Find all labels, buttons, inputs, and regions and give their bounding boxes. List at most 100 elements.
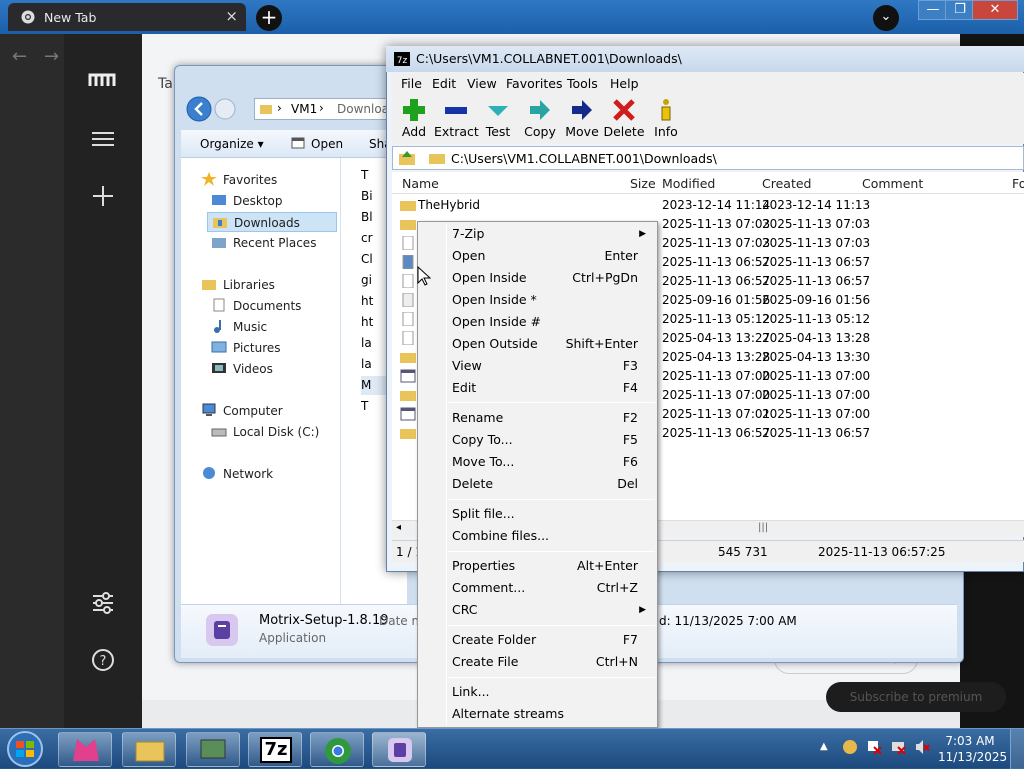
move-icon bbox=[560, 96, 604, 124]
menu-favorites[interactable]: Favorites bbox=[506, 76, 562, 91]
menu-item-properties[interactable]: Properties Alt+Enter bbox=[452, 555, 652, 577]
taskbar-motrix-cat[interactable] bbox=[58, 732, 112, 767]
new-tab-button[interactable]: + bbox=[256, 5, 282, 31]
menu-item-delete[interactable]: Delete Del bbox=[452, 473, 652, 495]
menu-item-open-inside-star[interactable]: Open Inside * bbox=[452, 289, 652, 311]
back-icon[interactable]: ← bbox=[12, 46, 27, 67]
menu-item-7zip[interactable]: 7-Zip ▶ bbox=[452, 223, 652, 245]
minimize-button[interactable]: — bbox=[918, 0, 948, 20]
menu-item-open-inside-hash[interactable]: Open Inside # bbox=[452, 311, 652, 333]
preferences-icon[interactable] bbox=[92, 592, 114, 614]
nav-network[interactable]: Network bbox=[201, 464, 273, 484]
open-button[interactable]: Open bbox=[311, 137, 343, 151]
column-size[interactable]: Size bbox=[630, 176, 656, 191]
tray-volume-muted-icon[interactable] bbox=[914, 739, 930, 755]
maximize-button[interactable]: ❐ bbox=[945, 0, 975, 20]
taskbar-explorer[interactable] bbox=[122, 732, 176, 767]
nav-label: Desktop bbox=[233, 194, 283, 208]
nav-local-disk[interactable]: Local Disk (C:) bbox=[211, 422, 319, 442]
menu-separator bbox=[448, 677, 655, 678]
tray-globe-icon[interactable] bbox=[842, 739, 858, 755]
menu-item-split-file[interactable]: Split file... bbox=[452, 503, 652, 525]
test-button[interactable]: Test bbox=[476, 96, 520, 139]
column-comment[interactable]: Comment bbox=[862, 176, 923, 191]
copy-button[interactable]: Copy bbox=[518, 96, 562, 139]
menu-file[interactable]: File bbox=[401, 76, 422, 91]
nav-documents[interactable]: Documents bbox=[211, 296, 301, 316]
column-created[interactable]: Created bbox=[762, 176, 811, 191]
delete-button[interactable]: Delete bbox=[602, 96, 646, 139]
row-created: 2025-11-13 06:57 bbox=[762, 274, 871, 288]
menu-item-alternate-streams[interactable]: Alternate streams bbox=[452, 703, 652, 725]
tray-flag-icon[interactable] bbox=[866, 739, 882, 755]
breadcrumb-vm1[interactable]: VM1 bbox=[291, 102, 317, 116]
add-button[interactable]: Add bbox=[392, 96, 436, 139]
explorer-forward-icon[interactable] bbox=[214, 98, 236, 120]
menu-item-comment[interactable]: Comment... Ctrl+Z bbox=[452, 577, 652, 599]
forward-icon[interactable]: → bbox=[44, 46, 59, 67]
computer-icon bbox=[201, 403, 217, 417]
menu-icon[interactable] bbox=[92, 131, 114, 147]
svg-text:?: ? bbox=[100, 654, 107, 669]
nav-desktop[interactable]: Desktop bbox=[211, 191, 283, 211]
explorer-breadcrumb[interactable]: › VM1 › Downloads bbox=[254, 98, 406, 120]
nav-downloads[interactable]: Downloads bbox=[207, 212, 337, 232]
start-button[interactable] bbox=[4, 730, 46, 768]
tray-expand-icon[interactable]: ▲ bbox=[820, 741, 828, 752]
tray-network-icon[interactable] bbox=[890, 739, 906, 755]
tab-new-tab[interactable]: New Tab × bbox=[8, 3, 246, 31]
taskbar-chrome[interactable] bbox=[310, 732, 364, 767]
row-modified: 2025-09-16 01:56 bbox=[662, 293, 771, 307]
menu-item-view[interactable]: View F3 bbox=[452, 355, 652, 377]
menu-item-create-file[interactable]: Create File Ctrl+N bbox=[452, 651, 652, 673]
taskbar-7zip[interactable]: 7z bbox=[248, 732, 302, 767]
menu-help[interactable]: Help bbox=[610, 76, 639, 91]
clock[interactable]: 7:03 AM 11/13/2025 bbox=[938, 733, 1007, 765]
menu-item-rename[interactable]: Rename F2 bbox=[452, 407, 652, 429]
info-button[interactable]: Info bbox=[644, 96, 688, 139]
menu-item-create-folder[interactable]: Create Folder F7 bbox=[452, 629, 652, 651]
menu-item-link[interactable]: Link... bbox=[452, 681, 652, 703]
downloads-folder-icon bbox=[212, 215, 228, 229]
taskbar-motrix[interactable] bbox=[372, 732, 426, 767]
menu-item-combine-files[interactable]: Combine files... bbox=[452, 525, 652, 547]
menu-item-open[interactable]: Open Enter bbox=[452, 245, 652, 267]
menu-item-move-to[interactable]: Move To... F6 bbox=[452, 451, 652, 473]
organize-button[interactable]: Organize ▾ bbox=[200, 137, 264, 151]
nav-computer[interactable]: Computer bbox=[201, 401, 283, 421]
nav-pictures[interactable]: Pictures bbox=[211, 338, 281, 358]
add-task-icon[interactable] bbox=[92, 185, 114, 207]
menu-item-copy-to[interactable]: Copy To... F5 bbox=[452, 429, 652, 451]
table-row[interactable]: TheHybrid 2023-12-14 11:14 2023-12-14 11… bbox=[392, 196, 1024, 215]
menu-edit[interactable]: Edit bbox=[432, 76, 456, 91]
scroll-grip-icon[interactable]: ||| bbox=[758, 522, 768, 533]
extract-button[interactable]: Extract bbox=[434, 96, 479, 139]
column-modified[interactable]: Modified bbox=[662, 176, 715, 191]
nav-videos[interactable]: Videos bbox=[211, 359, 273, 379]
nav-music[interactable]: Music bbox=[211, 317, 267, 337]
nav-libraries[interactable]: Libraries bbox=[201, 275, 275, 295]
nav-favorites[interactable]: Favorites bbox=[201, 170, 277, 190]
menu-item-crc[interactable]: CRC ▶ bbox=[452, 599, 652, 621]
close-window-button[interactable]: ✕ bbox=[972, 0, 1018, 20]
up-folder-icon[interactable] bbox=[399, 150, 415, 166]
nav-recent-places[interactable]: Recent Places bbox=[211, 233, 316, 253]
tab-search-button[interactable]: ⌄ bbox=[873, 5, 899, 31]
show-desktop-button[interactable] bbox=[1010, 729, 1024, 769]
explorer-back-icon[interactable] bbox=[186, 96, 212, 122]
menu-item-edit[interactable]: Edit F4 bbox=[452, 377, 652, 399]
column-folders[interactable]: Fo bbox=[1012, 176, 1024, 191]
menu-view[interactable]: View bbox=[467, 76, 497, 91]
menu-item-open-outside[interactable]: Open Outside Shift+Enter bbox=[452, 333, 652, 355]
premium-banner[interactable]: Subscribe to premium bbox=[826, 682, 1006, 712]
scroll-left-icon[interactable]: ◂ bbox=[396, 522, 401, 533]
disk-icon bbox=[211, 424, 227, 438]
menu-tools[interactable]: Tools bbox=[567, 76, 598, 91]
move-button[interactable]: Move bbox=[560, 96, 604, 139]
7zip-path-bar[interactable]: C:\Users\VM1.COLLABNET.001\Downloads\ bbox=[392, 146, 1024, 170]
column-name[interactable]: Name bbox=[402, 176, 439, 191]
taskbar-network[interactable] bbox=[186, 732, 240, 767]
tab-close-button[interactable]: × bbox=[225, 7, 238, 25]
help-icon[interactable]: ? bbox=[92, 649, 114, 671]
menu-item-open-inside[interactable]: Open Inside Ctrl+PgDn bbox=[452, 267, 652, 289]
